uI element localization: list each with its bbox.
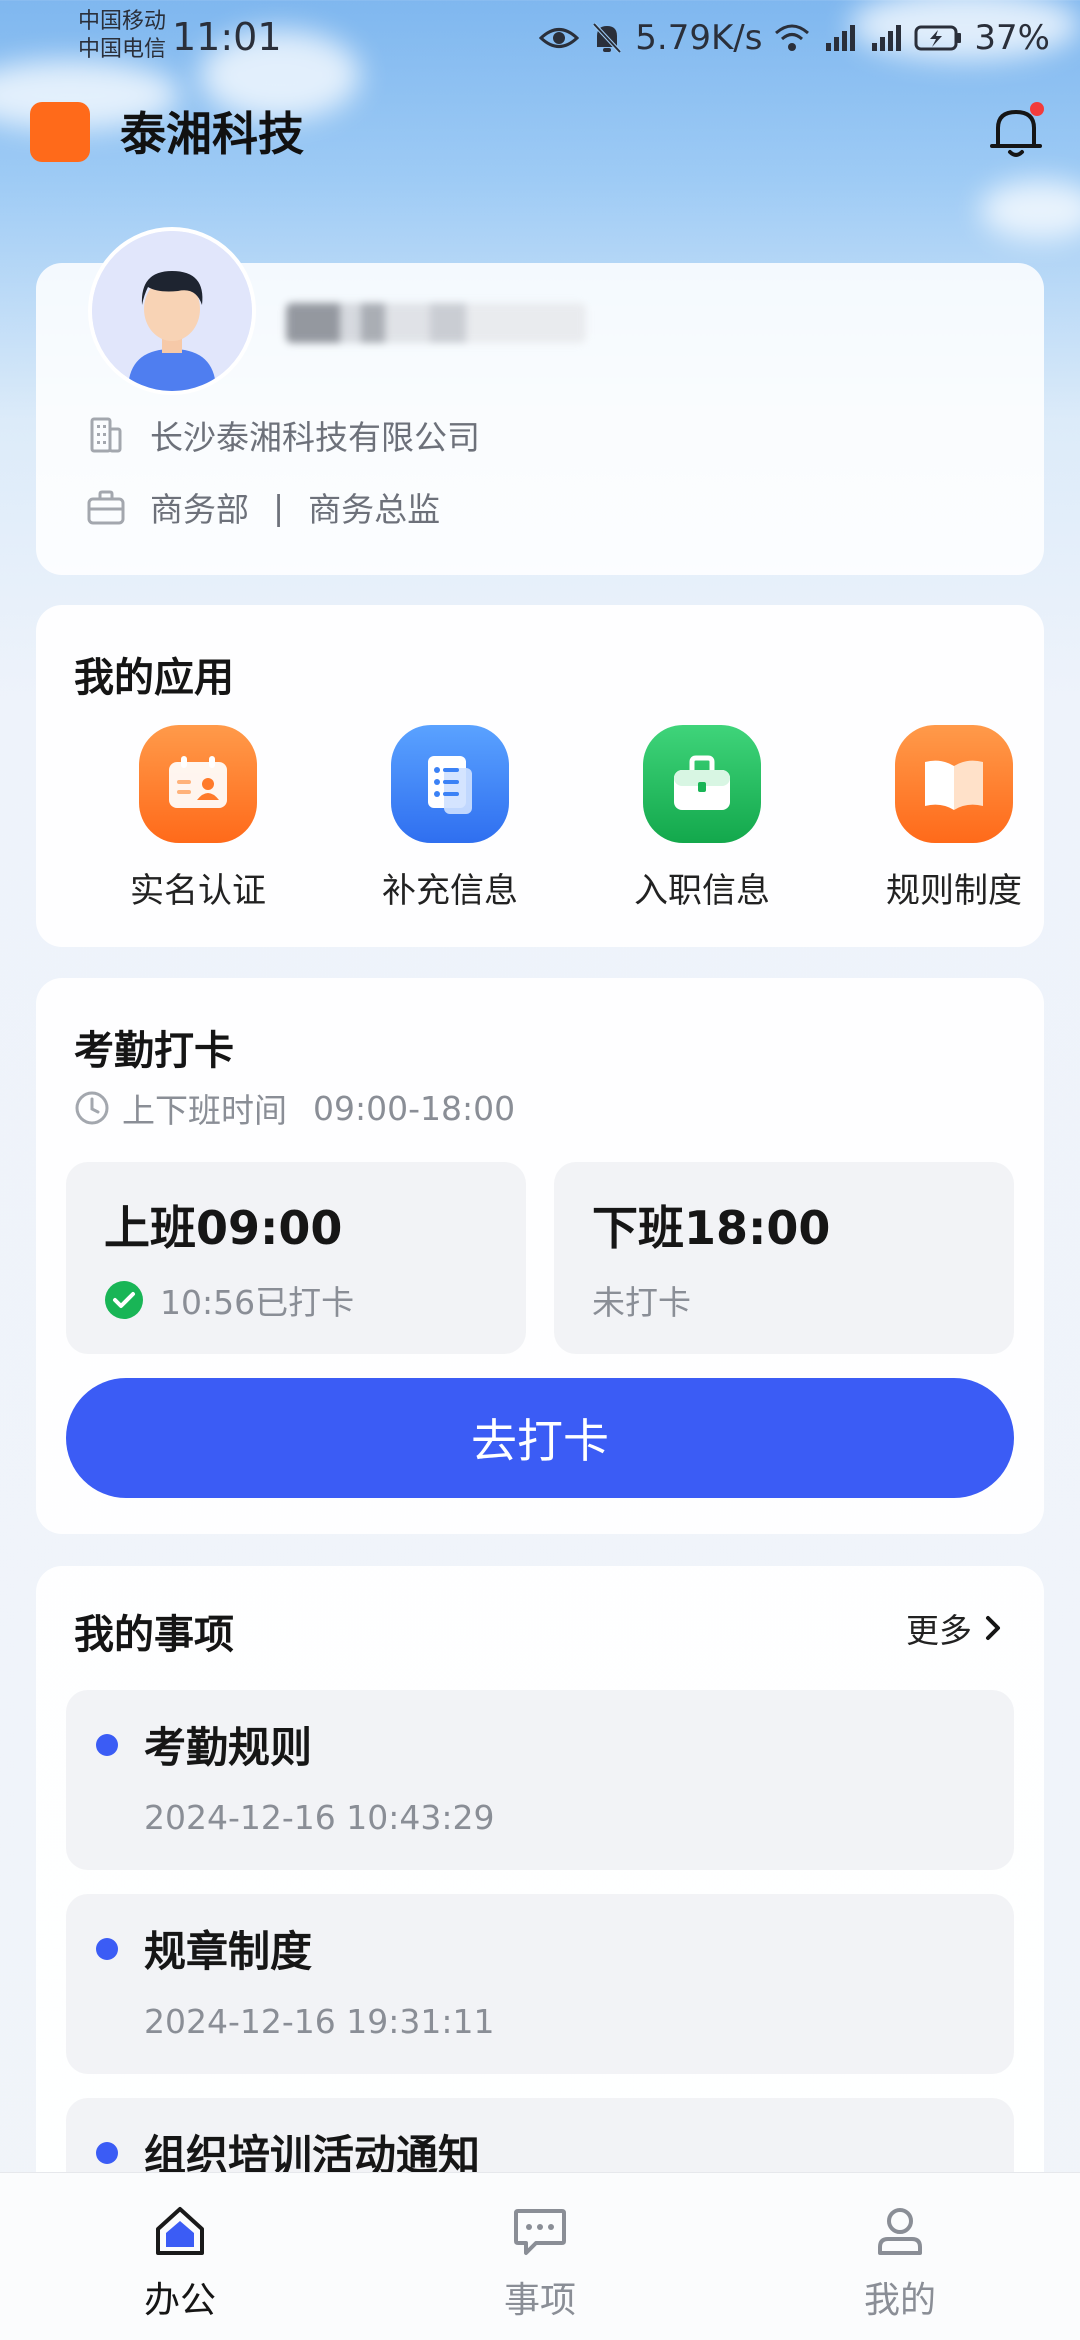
tab-mine[interactable]: 我的 <box>720 2173 1080 2340</box>
matters-title: 我的事项 <box>74 1612 234 1658</box>
chat-icon <box>514 2209 566 2255</box>
user-name-redacted <box>286 303 586 343</box>
document-icon <box>391 725 509 843</box>
apps-card: 我的应用 实名认证 补充信息 入职信息 规则制度 <box>36 605 1044 947</box>
work-hours-value: 09:00-18:00 <box>313 1088 516 1128</box>
status-icons: 5.79K/s 37% <box>539 14 1050 62</box>
work-hours: 上下班时间 09:00-18:00 <box>74 1084 515 1132</box>
clock-icon <box>75 1091 109 1125</box>
notification-dot <box>1030 102 1044 116</box>
carrier-1: 中国移动 <box>78 9 167 34</box>
carrier-2: 中国电信 <box>78 37 167 62</box>
work-hours-label: 上下班时间 <box>122 1091 287 1130</box>
app-rules[interactable]: 规则制度 <box>844 725 1064 912</box>
app-label: 入职信息 <box>634 871 770 911</box>
bottom-tab-bar: 办公 事项 我的 <box>0 2172 1080 2340</box>
tab-label: 事项 <box>503 2280 576 2321</box>
home-icon <box>156 2207 204 2255</box>
check-circle-icon <box>105 1281 143 1319</box>
punch-in-button[interactable]: 去打卡 <box>66 1378 1014 1498</box>
separator: | <box>273 487 285 527</box>
checkout-status-text: 未打卡 <box>592 1283 691 1322</box>
status-bar: 中国移动 中国电信 11:01 5.79K/s 37% <box>0 0 1080 80</box>
battery-charging-icon <box>914 24 962 52</box>
user-icon <box>878 2208 922 2255</box>
tab-label: 我的 <box>863 2280 936 2321</box>
app-realname-verify[interactable]: 实名认证 <box>88 725 308 912</box>
checkin-title: 上班09:00 <box>104 1201 343 1255</box>
attendance-card: 考勤打卡 上下班时间 09:00-18:00 上班09:00 10:56已打卡 … <box>36 978 1044 1534</box>
id-card-icon <box>139 725 257 843</box>
position: 商务总监 <box>308 490 441 529</box>
apps-title: 我的应用 <box>74 655 234 701</box>
app-onboarding-info[interactable]: 入职信息 <box>592 725 812 912</box>
app-title: 泰湘科技 <box>120 107 304 161</box>
notification-button[interactable] <box>984 100 1048 164</box>
checkout-status: 未打卡 <box>592 1276 691 1324</box>
app-label: 规则制度 <box>886 871 1022 911</box>
company-name: 长沙泰湘科技有限公司 <box>150 418 480 457</box>
book-icon <box>895 725 1013 843</box>
attendance-title: 考勤打卡 <box>74 1028 234 1074</box>
checkin-status: 10:56已打卡 <box>104 1276 354 1324</box>
matter-time: 2024-12-16 10:43:29 <box>144 1798 495 1837</box>
bullet-dot <box>96 1938 118 1960</box>
building-icon <box>90 417 122 453</box>
bullet-dot <box>96 2142 118 2164</box>
wifi-icon <box>774 23 810 53</box>
clock: 11:01 <box>172 15 282 59</box>
mute-bell-icon <box>591 21 623 55</box>
more-link[interactable]: 更多 <box>906 1604 1004 1652</box>
matter-title: 规章制度 <box>144 1927 313 1976</box>
net-speed: 5.79K/s <box>635 18 763 58</box>
matter-time: 2024-12-16 19:31:11 <box>144 2002 495 2041</box>
checkin-status-text: 10:56已打卡 <box>160 1283 355 1322</box>
checkout-title: 下班18:00 <box>592 1201 831 1255</box>
department: 商务部 <box>150 490 249 529</box>
briefcase-icon <box>87 490 125 525</box>
chevron-right-icon <box>986 1616 1000 1640</box>
list-item[interactable]: 规章制度 2024-12-16 19:31:11 <box>66 1894 1014 2074</box>
app-supplement-info[interactable]: 补充信息 <box>340 725 560 912</box>
checkin-box: 上班09:00 10:56已打卡 <box>66 1162 526 1354</box>
tab-matters[interactable]: 事项 <box>360 2173 720 2340</box>
app-logo <box>30 102 90 162</box>
signal-4g-icon <box>822 23 856 53</box>
bullet-dot <box>96 1734 118 1756</box>
more-label: 更多 <box>906 1611 972 1650</box>
avatar[interactable] <box>88 227 256 395</box>
signal-4g-icon <box>868 23 902 53</box>
app-label: 实名认证 <box>130 871 266 911</box>
briefcase-icon <box>643 725 761 843</box>
checkout-box: 下班18:00 未打卡 <box>554 1162 1014 1354</box>
list-item[interactable]: 考勤规则 2024-12-16 10:43:29 <box>66 1690 1014 1870</box>
company-row: 长沙泰湘科技有限公司 <box>86 411 480 459</box>
battery-level: 37% <box>974 18 1050 58</box>
tab-label: 办公 <box>143 2280 216 2321</box>
app-label: 补充信息 <box>382 871 518 911</box>
eye-icon <box>539 23 580 53</box>
tab-office[interactable]: 办公 <box>0 2173 360 2340</box>
cloud-decoration <box>980 180 1080 240</box>
matter-title: 考勤规则 <box>144 1723 313 1772</box>
profile-card[interactable]: 长沙泰湘科技有限公司 商务部 | 商务总监 <box>36 227 1044 575</box>
carrier-info: 中国移动 中国电信 <box>78 8 166 64</box>
department-row: 商务部 | 商务总监 <box>86 483 440 531</box>
